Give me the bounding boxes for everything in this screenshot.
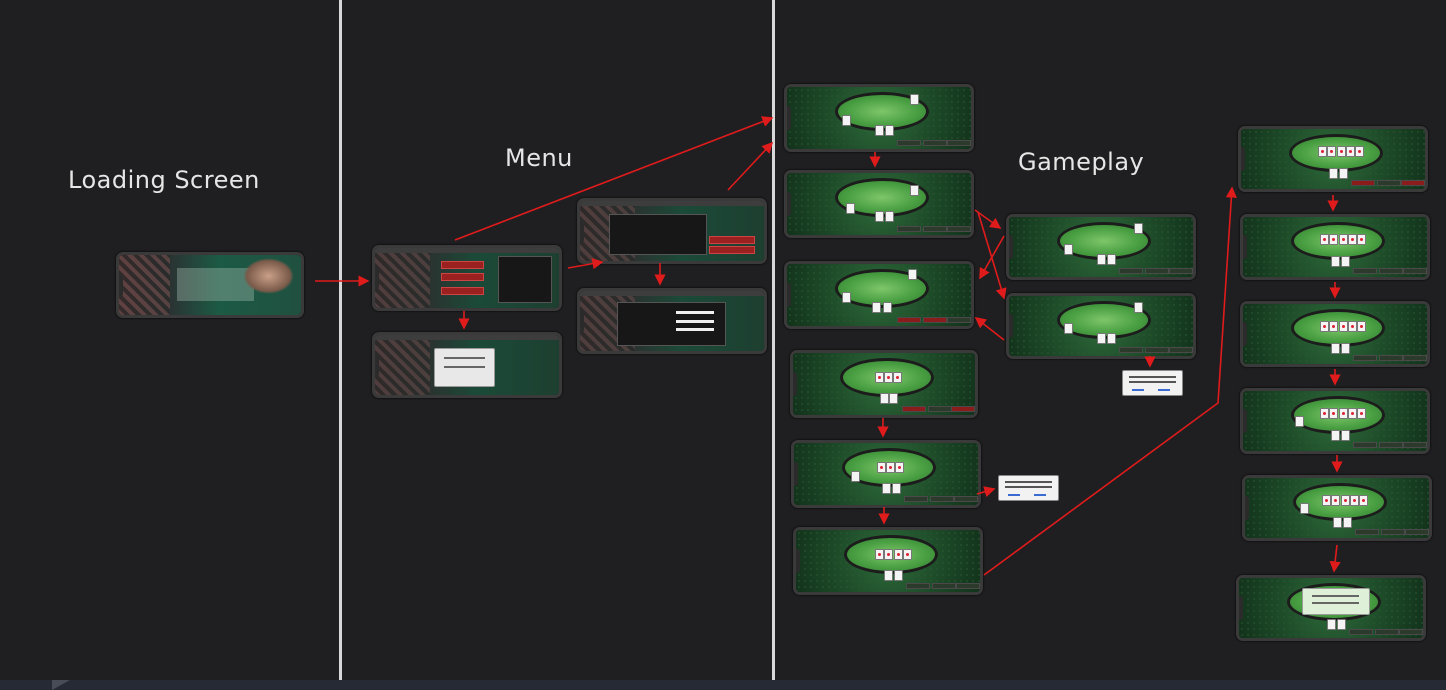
bottom-bar: [0, 680, 1446, 690]
arrow-menu-to-table-select: [567, 258, 604, 270]
arrow-g11-to-end: [1329, 544, 1341, 573]
arrow-table-select-to-gameplay: [727, 141, 774, 191]
arrow-g2-to-branch2: [977, 211, 1007, 300]
flow-arrows: [315, 116, 1343, 576]
arrow-branch1-to-g3: [979, 235, 1005, 280]
arrow-menu-to-gameplay: [454, 116, 774, 241]
arrow-branch2-to-g3: [974, 317, 1005, 341]
arrow-g5-to-popup: [976, 486, 996, 498]
arrow-g6-to-g7: [983, 186, 1237, 576]
corner-mark: [52, 680, 70, 690]
